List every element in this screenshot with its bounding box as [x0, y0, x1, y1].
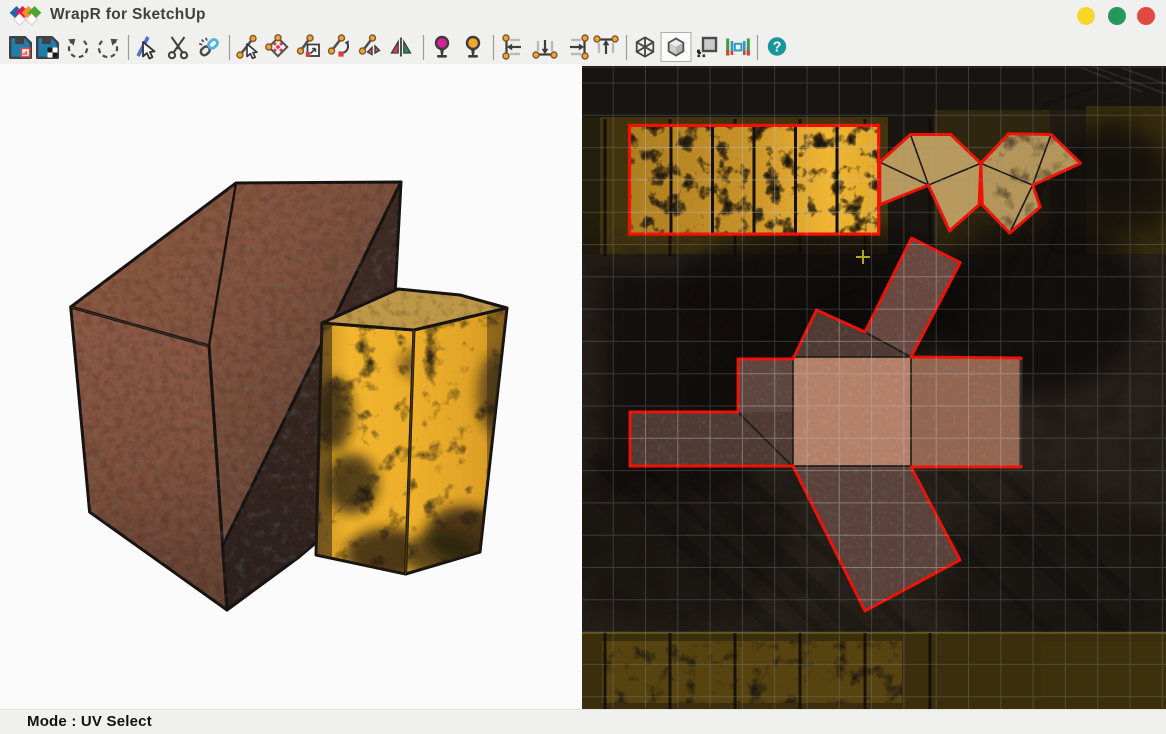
svg-text:?: ?: [773, 40, 782, 56]
